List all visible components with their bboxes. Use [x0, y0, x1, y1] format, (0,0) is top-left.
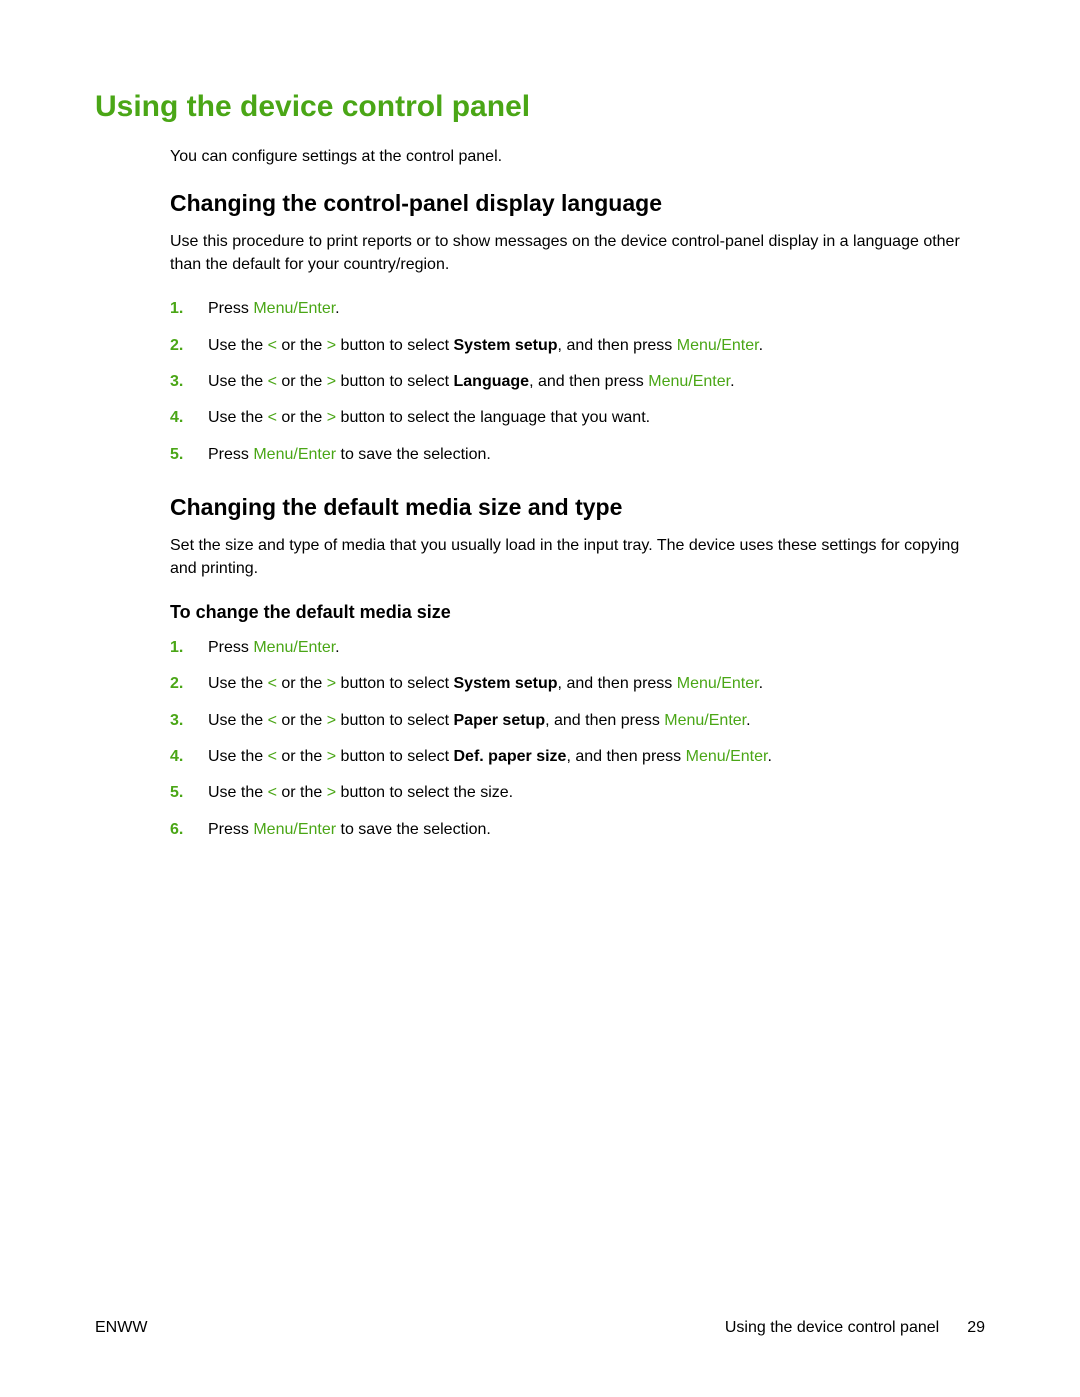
step-item: Press Menu/Enter to save the selection.: [170, 444, 985, 466]
highlight-text: <: [268, 337, 277, 354]
page: Using the device control panel You can c…: [0, 0, 1080, 1397]
highlight-text: >: [327, 675, 336, 692]
highlight-text: Menu/Enter: [677, 337, 759, 354]
highlight-text: >: [327, 409, 336, 426]
bold-text: Def. paper size: [454, 748, 567, 765]
section-heading: Changing the default media size and type: [170, 494, 985, 521]
intro-paragraph: You can configure settings at the contro…: [170, 146, 985, 168]
highlight-text: <: [268, 409, 277, 426]
step-item: Press Menu/Enter.: [170, 637, 985, 659]
section-paragraph: Use this procedure to print reports or t…: [170, 231, 985, 276]
footer-page-number: 29: [967, 1319, 985, 1337]
highlight-text: Menu/Enter: [686, 748, 768, 765]
highlight-text: Menu/Enter: [677, 675, 759, 692]
highlight-text: <: [268, 675, 277, 692]
highlight-text: Menu/Enter: [253, 300, 335, 317]
step-item: Press Menu/Enter.: [170, 298, 985, 320]
body: You can configure settings at the contro…: [170, 146, 985, 841]
footer-right: Using the device control panel 29: [725, 1319, 985, 1337]
step-item: Use the < or the > button to select Lang…: [170, 371, 985, 393]
highlight-text: <: [268, 373, 277, 390]
highlight-text: >: [327, 784, 336, 801]
highlight-text: >: [327, 373, 336, 390]
step-item: Press Menu/Enter to save the selection.: [170, 819, 985, 841]
highlight-text: <: [268, 784, 277, 801]
highlight-text: >: [327, 337, 336, 354]
bold-text: System setup: [454, 675, 558, 692]
highlight-text: Menu/Enter: [253, 821, 336, 838]
highlight-text: Menu/Enter: [253, 639, 335, 656]
highlight-text: >: [327, 748, 336, 765]
bold-text: Paper setup: [454, 712, 546, 729]
step-list: Press Menu/Enter. Use the < or the > butt…: [170, 298, 985, 466]
step-item: Use the < or the > button to select Syst…: [170, 673, 985, 695]
step-item: Use the < or the > button to select Syst…: [170, 335, 985, 357]
highlight-text: >: [327, 712, 336, 729]
step-list: Press Menu/Enter. Use the < or the > butt…: [170, 637, 985, 841]
subsection-heading: To change the default media size: [170, 602, 985, 623]
bold-text: Language: [454, 373, 530, 390]
bold-text: System setup: [454, 337, 558, 354]
page-footer: ENWW Using the device control panel 29: [95, 1319, 985, 1337]
step-item: Use the < or the > button to select the …: [170, 782, 985, 804]
step-item: Use the < or the > button to select Def.…: [170, 746, 985, 768]
page-title: Using the device control panel: [95, 90, 985, 124]
footer-left: ENWW: [95, 1319, 147, 1337]
highlight-text: Menu/Enter: [648, 373, 730, 390]
footer-section-title: Using the device control panel: [725, 1319, 939, 1337]
highlight-text: <: [268, 712, 277, 729]
step-item: Use the < or the > button to select Pape…: [170, 710, 985, 732]
section-heading: Changing the control-panel display langu…: [170, 190, 985, 217]
highlight-text: Menu/Enter: [253, 446, 336, 463]
highlight-text: Menu/Enter: [664, 712, 746, 729]
highlight-text: <: [268, 748, 277, 765]
step-item: Use the < or the > button to select the …: [170, 407, 985, 429]
section-paragraph: Set the size and type of media that you …: [170, 535, 985, 580]
